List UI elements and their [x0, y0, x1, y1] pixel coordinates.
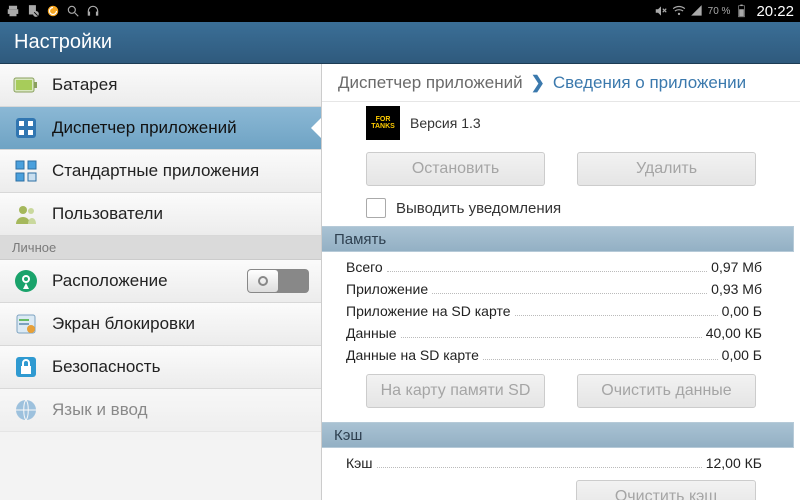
- move-to-sd-button[interactable]: На карту памяти SD: [366, 374, 545, 408]
- sidebar-item-label: Расположение: [52, 271, 168, 291]
- sidebar-item-label: Стандартные приложения: [52, 161, 259, 181]
- mute-icon: [654, 4, 668, 18]
- sidebar-item-label: Экран блокировки: [52, 314, 195, 334]
- battery-icon: [12, 71, 40, 99]
- notifications-checkbox-row[interactable]: Выводить уведомления: [338, 194, 784, 226]
- memory-row: Приложение на SD карте0,00 Б: [338, 300, 784, 322]
- checkbox-icon[interactable]: [366, 198, 386, 218]
- wifi-icon: [672, 4, 686, 18]
- settings-sidebar: Батарея Диспетчер приложений Стандартные…: [0, 64, 322, 500]
- memory-section-header: Память: [322, 226, 794, 252]
- status-bar: 70 % 20:22: [0, 0, 800, 22]
- app-version: Версия 1.3: [410, 115, 481, 131]
- battery-percent: 70 %: [708, 6, 731, 17]
- detail-panel: Диспетчер приложений ❯ Сведения о прилож…: [322, 64, 800, 500]
- breadcrumb: Диспетчер приложений ❯ Сведения о прилож…: [322, 64, 800, 102]
- sidebar-item-battery[interactable]: Батарея: [0, 64, 321, 107]
- memory-row: Данные на SD карте0,00 Б: [338, 344, 784, 366]
- users-icon: [12, 200, 40, 228]
- sidebar-item-security[interactable]: Безопасность: [0, 346, 321, 389]
- search-icon: [66, 4, 80, 18]
- sidebar-item-default-apps[interactable]: Стандартные приложения: [0, 150, 321, 193]
- memory-row: Всего0,97 Мб: [338, 256, 784, 278]
- lock-icon: [12, 353, 40, 381]
- sidebar-item-users[interactable]: Пользователи: [0, 193, 321, 236]
- sidebar-item-label: Пользователи: [52, 204, 163, 224]
- sidebar-item-label: Безопасность: [52, 357, 160, 377]
- breadcrumb-parent[interactable]: Диспетчер приложений: [338, 73, 523, 93]
- location-toggle[interactable]: [247, 269, 309, 293]
- refresh-icon: [46, 4, 60, 18]
- clear-data-button[interactable]: Очистить данные: [577, 374, 756, 408]
- sidebar-item-label: Батарея: [52, 75, 117, 95]
- sidebar-item-label: Диспетчер приложений: [52, 118, 237, 138]
- print-icon: [6, 4, 20, 18]
- app-header: FOR TANKS Версия 1.3: [338, 106, 784, 146]
- headphones-icon: [86, 4, 100, 18]
- clock: 20:22: [756, 3, 794, 20]
- sidebar-item-lockscreen[interactable]: Экран блокировки: [0, 303, 321, 346]
- sidebar-item-app-manager[interactable]: Диспетчер приложений: [0, 107, 321, 150]
- clear-cache-button[interactable]: Очистить кэш: [576, 480, 756, 500]
- lockscreen-icon: [12, 310, 40, 338]
- apps-default-icon: [12, 157, 40, 185]
- stop-button[interactable]: Остановить: [366, 152, 545, 186]
- doc-cancel-icon: [26, 4, 40, 18]
- signal-icon: [690, 4, 704, 18]
- sidebar-section-personal: Личное: [0, 236, 321, 260]
- app-icon: FOR TANKS: [366, 106, 400, 140]
- delete-button[interactable]: Удалить: [577, 152, 756, 186]
- sidebar-item-label: Язык и ввод: [52, 400, 148, 420]
- chevron-right-icon: ❯: [531, 73, 545, 93]
- location-icon: [12, 267, 40, 295]
- cache-section-header: Кэш: [322, 422, 794, 448]
- sidebar-item-location[interactable]: Расположение: [0, 260, 321, 303]
- cache-section: Кэш12,00 КБ Очистить кэш: [322, 448, 800, 500]
- cache-row: Кэш12,00 КБ: [338, 452, 784, 474]
- memory-row: Приложение0,93 Мб: [338, 278, 784, 300]
- memory-row: Данные40,00 КБ: [338, 322, 784, 344]
- memory-section: Всего0,97 Мб Приложение0,93 Мб Приложени…: [322, 252, 800, 416]
- page-title: Настройки: [0, 22, 800, 64]
- battery-icon: [734, 4, 748, 18]
- sidebar-item-language[interactable]: Язык и ввод: [0, 389, 321, 432]
- grid-icon: [12, 114, 40, 142]
- notifications-label: Выводить уведомления: [396, 200, 561, 217]
- language-icon: [12, 396, 40, 424]
- breadcrumb-current: Сведения о приложении: [553, 73, 746, 93]
